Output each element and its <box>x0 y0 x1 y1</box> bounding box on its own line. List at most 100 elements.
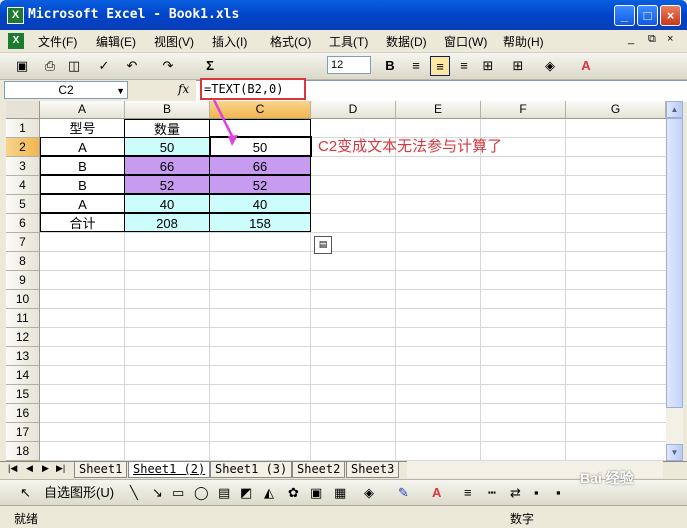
cell-a5[interactable]: A <box>40 194 125 213</box>
cell-b5[interactable]: 40 <box>124 194 210 213</box>
font-color-draw-icon[interactable]: A <box>432 484 441 502</box>
column-header-a[interactable]: A <box>40 101 125 119</box>
align-center-icon[interactable]: ≡ <box>430 56 450 76</box>
prev-sheet-icon[interactable]: ◀ <box>26 463 33 474</box>
cell-a1[interactable]: 型号 <box>40 119 125 138</box>
undo-icon[interactable]: ↶ <box>122 56 142 76</box>
cell-a2[interactable]: A <box>40 137 125 156</box>
diagram-icon[interactable]: ◭ <box>264 484 274 502</box>
row-header-11[interactable]: 11 <box>6 309 40 328</box>
cell-a4[interactable]: B <box>40 175 125 194</box>
bold-icon[interactable]: B <box>380 56 400 76</box>
scroll-up-icon[interactable]: ▲ <box>666 101 683 118</box>
doc-minimize-button[interactable]: _ <box>628 33 634 45</box>
column-header-b[interactable]: B <box>125 101 210 119</box>
sheet-tab-5[interactable]: Sheet3 <box>346 462 400 478</box>
font-size-select[interactable]: 12 <box>327 56 371 74</box>
row-header-2[interactable]: 2 <box>6 138 40 157</box>
redo-icon[interactable]: ↷ <box>158 56 178 76</box>
cell-a6[interactable]: 合计 <box>40 213 125 232</box>
menu-data[interactable]: 数据(D) <box>386 33 427 50</box>
cell-b2[interactable]: 50 <box>124 137 210 156</box>
borders-icon[interactable]: ⊞ <box>508 56 528 76</box>
clipart-icon[interactable]: ✿ <box>288 484 299 502</box>
arrow-style-icon[interactable]: ⇄ <box>510 484 521 502</box>
minimize-button[interactable]: _ <box>614 5 635 26</box>
insert-image-icon[interactable]: ▦ <box>334 484 346 502</box>
rectangle-icon[interactable]: ▭ <box>172 484 184 502</box>
cell-a3[interactable]: B <box>40 156 125 175</box>
cell-b6[interactable]: 208 <box>124 213 210 232</box>
doc-restore-button[interactable]: ⧉ <box>648 33 656 46</box>
vertical-scrollbar[interactable]: ▲ ▼ <box>666 101 683 461</box>
3d-style-icon[interactable]: ▪ <box>556 484 561 502</box>
row-header-7[interactable]: 7 <box>6 233 40 252</box>
column-header-g[interactable]: G <box>566 101 666 119</box>
row-header-13[interactable]: 13 <box>6 347 40 366</box>
row-header-6[interactable]: 6 <box>6 214 40 233</box>
menu-tools[interactable]: 工具(T) <box>329 33 368 50</box>
row-header-15[interactable]: 15 <box>6 385 40 404</box>
menu-view[interactable]: 视图(V) <box>154 33 194 50</box>
menu-edit[interactable]: 编辑(E) <box>96 33 136 50</box>
maximize-button[interactable]: □ <box>637 5 658 26</box>
line-style-icon[interactable]: ≡ <box>464 484 472 502</box>
cell-c3[interactable]: 66 <box>209 156 311 175</box>
cell-b3[interactable]: 66 <box>124 156 210 175</box>
save-icon[interactable]: ▣ <box>12 56 32 76</box>
print-icon[interactable]: ⎙ <box>40 56 60 76</box>
row-header-5[interactable]: 5 <box>6 195 40 214</box>
oval-icon[interactable]: ◯ <box>194 484 209 502</box>
row-header-3[interactable]: 3 <box>6 157 40 176</box>
align-left-icon[interactable]: ≡ <box>406 56 426 76</box>
menu-file[interactable]: 文件(F) <box>38 33 77 50</box>
merge-center-icon[interactable]: ⊞ <box>478 56 498 76</box>
align-right-icon[interactable]: ≡ <box>454 56 474 76</box>
workbook-icon[interactable]: X <box>8 33 24 49</box>
cell-c5[interactable]: 40 <box>209 194 311 213</box>
doc-close-button[interactable]: × <box>667 33 673 45</box>
formula-input[interactable]: =TEXT(B2,0) <box>200 78 306 100</box>
last-sheet-icon[interactable]: ▶| <box>56 463 65 474</box>
font-color-icon[interactable]: A <box>576 56 596 76</box>
print-preview-icon[interactable]: ◫ <box>64 56 84 76</box>
row-header-10[interactable]: 10 <box>6 290 40 309</box>
cell-b1[interactable]: 数量 <box>124 119 210 138</box>
chevron-down-icon[interactable]: ▼ <box>116 83 125 99</box>
row-header-14[interactable]: 14 <box>6 366 40 385</box>
paste-options-icon[interactable]: ▤ <box>314 236 332 254</box>
row-header-4[interactable]: 4 <box>6 176 40 195</box>
row-header-8[interactable]: 8 <box>6 252 40 271</box>
sheet-tab-4[interactable]: Sheet2 <box>292 462 346 478</box>
next-sheet-icon[interactable]: ▶ <box>42 463 49 474</box>
dash-style-icon[interactable]: ┅ <box>488 484 496 502</box>
menu-insert[interactable]: 插入(I) <box>212 33 247 50</box>
excel-app-icon[interactable]: X <box>7 7 24 24</box>
row-header-12[interactable]: 12 <box>6 328 40 347</box>
scroll-down-icon[interactable]: ▼ <box>666 444 683 461</box>
menu-format[interactable]: 格式(O) <box>270 33 311 50</box>
autosum-icon[interactable]: Σ <box>200 56 220 76</box>
row-header-16[interactable]: 16 <box>6 404 40 423</box>
cell-b4[interactable]: 52 <box>124 175 210 194</box>
spelling-icon[interactable]: ✓ <box>94 56 114 76</box>
shadow-icon[interactable]: ▪ <box>534 484 539 502</box>
wordart-icon[interactable]: ◩ <box>240 484 252 502</box>
column-header-c[interactable]: C <box>210 101 311 119</box>
menu-help[interactable]: 帮助(H) <box>503 33 544 50</box>
textbox-icon[interactable]: ▤ <box>218 484 230 502</box>
row-header-1[interactable]: 1 <box>6 119 40 138</box>
fill-color-icon[interactable]: ◈ <box>540 56 560 76</box>
function-icon[interactable]: fx <box>178 82 189 96</box>
line-color-icon[interactable]: ✎ <box>398 484 409 502</box>
select-all-corner[interactable] <box>6 101 40 119</box>
picture-icon[interactable]: ▣ <box>310 484 322 502</box>
autoshapes-menu[interactable]: 自选图形(U) <box>44 484 114 502</box>
cell-c4[interactable]: 52 <box>209 175 311 194</box>
column-header-f[interactable]: F <box>481 101 566 119</box>
sheet-tab-3[interactable]: Sheet1 (3) <box>210 462 293 478</box>
sheet-tab-2[interactable]: Sheet1 (2) <box>128 462 211 478</box>
column-header-e[interactable]: E <box>396 101 481 119</box>
fill-color-draw-icon[interactable]: ◈ <box>364 484 374 502</box>
cell-c6[interactable]: 158 <box>209 213 311 232</box>
